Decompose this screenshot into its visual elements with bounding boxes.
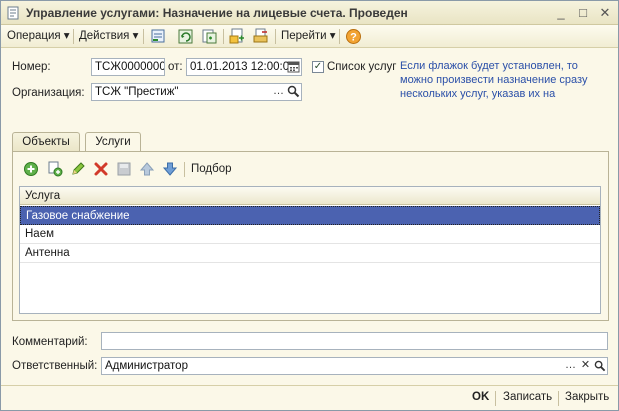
grid-toolbar-separator xyxy=(184,162,185,177)
window-title: Управление услугами: Назначение на лицев… xyxy=(26,6,408,20)
post-icon[interactable] xyxy=(150,28,167,45)
tab-objects[interactable]: Объекты xyxy=(12,132,80,151)
toolbar-separator xyxy=(275,29,276,44)
tab-services[interactable]: Услуги xyxy=(85,132,141,152)
bottom-button-bar: OK Записать Закрыть xyxy=(1,385,618,410)
toolbar-separator xyxy=(339,29,340,44)
close-button[interactable]: Закрыть xyxy=(565,391,609,403)
column-header-service[interactable]: Услуга xyxy=(20,187,600,205)
button-separator xyxy=(558,391,559,406)
date-field[interactable]: 01.01.2013 12:00:0 xyxy=(186,58,302,76)
add-icon[interactable] xyxy=(23,161,39,177)
title-bar: Управление услугами: Назначение на лицев… xyxy=(1,1,618,25)
toolbar-separator xyxy=(73,29,74,44)
maximize-icon[interactable]: □ xyxy=(575,5,591,21)
responsible-field[interactable]: Администратор xyxy=(101,357,608,375)
save-button[interactable]: Записать xyxy=(503,391,552,403)
calendar-icon[interactable] xyxy=(287,60,300,73)
copy-icon[interactable] xyxy=(201,28,218,45)
toolbar-separator xyxy=(223,29,224,44)
minimize-icon[interactable]: _ xyxy=(553,5,569,21)
date-label: от: xyxy=(168,61,183,73)
print-icon[interactable] xyxy=(252,28,269,45)
operation-menu[interactable]: Операция ▾ xyxy=(7,28,70,45)
toolbar-separator xyxy=(143,29,144,44)
organization-label: Организация: xyxy=(12,87,85,99)
date-value: 01.01.2013 12:00:0 xyxy=(190,61,290,73)
move-up-icon[interactable] xyxy=(139,161,155,177)
select-items-button[interactable]: Подбор xyxy=(191,163,232,175)
main-toolbar: Операция ▾ Действия ▾ Перейти ▾ ? xyxy=(1,25,618,48)
table-row[interactable]: Антенна xyxy=(20,244,600,263)
clear-icon[interactable]: ✕ xyxy=(578,358,593,374)
refresh-icon[interactable] xyxy=(177,28,194,45)
structure-icon[interactable] xyxy=(229,28,246,45)
services-table: Услуга Газовое снабжение Наем Антенна xyxy=(19,186,601,314)
select-button[interactable]: … xyxy=(271,84,286,100)
end-edit-icon[interactable] xyxy=(116,161,132,177)
services-list-hint: Если флажок будет установлен, то можно п… xyxy=(400,60,588,100)
table-row[interactable]: Газовое снабжение xyxy=(20,206,600,225)
help-icon[interactable]: ? xyxy=(345,28,362,45)
ok-button[interactable]: OK xyxy=(472,391,489,403)
number-label: Номер: xyxy=(12,61,51,73)
goto-menu[interactable]: Перейти ▾ xyxy=(281,28,336,45)
document-icon xyxy=(7,6,19,20)
responsible-label: Ответственный: xyxy=(12,360,98,372)
delete-icon[interactable] xyxy=(93,161,109,177)
services-list-label: Список услуг xyxy=(327,61,397,73)
number-field[interactable]: ТСЖ00000002 xyxy=(91,58,165,76)
actions-menu[interactable]: Действия ▾ xyxy=(79,28,138,45)
svg-text:?: ? xyxy=(350,32,357,44)
comment-field[interactable] xyxy=(101,332,608,350)
move-down-icon[interactable] xyxy=(162,161,178,177)
table-row[interactable]: Наем xyxy=(20,225,600,244)
responsible-value: Администратор xyxy=(105,360,188,372)
select-responsible-button[interactable]: … xyxy=(563,358,578,374)
copy-row-icon[interactable] xyxy=(47,161,63,177)
search-icon[interactable] xyxy=(287,85,300,98)
edit-icon[interactable] xyxy=(70,161,86,177)
button-separator xyxy=(495,391,496,406)
document-window: Управление услугами: Назначение на лицев… xyxy=(0,0,619,411)
services-list-checkbox[interactable]: ✓ xyxy=(312,61,324,73)
close-icon[interactable]: ✕ xyxy=(597,5,613,21)
search-icon[interactable] xyxy=(594,360,606,372)
comment-label: Комментарий: xyxy=(12,336,88,348)
organization-value: ТСЖ "Престиж" xyxy=(95,86,179,98)
